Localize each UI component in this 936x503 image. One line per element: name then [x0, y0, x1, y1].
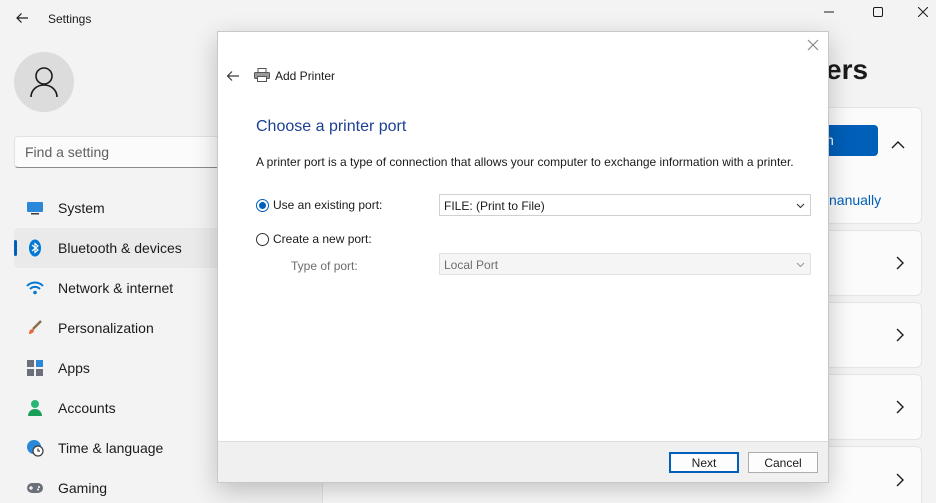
back-arrow-icon[interactable]: [14, 10, 30, 26]
chevron-up-icon[interactable]: [891, 140, 905, 150]
sidebar-item-system[interactable]: System: [14, 188, 224, 228]
existing-port-radio[interactable]: [256, 198, 269, 212]
dialog-description: A printer port is a type of connection t…: [256, 155, 794, 169]
type-of-port-label: Type of port:: [291, 259, 358, 273]
chevron-right-icon: [896, 473, 904, 487]
minimize-button[interactable]: [806, 0, 852, 24]
sidebar-item-label: Apps: [58, 360, 90, 376]
sidebar-item-label: Accounts: [58, 400, 116, 416]
sidebar-item-time-language[interactable]: Time & language: [14, 428, 224, 468]
minimize-icon: [824, 11, 834, 13]
sidebar-item-label: Time & language: [58, 440, 164, 456]
chevron-right-icon: [896, 256, 904, 270]
dialog-heading: Choose a printer port: [256, 118, 407, 135]
printer-icon: [254, 68, 270, 82]
wifi-icon: [26, 279, 44, 297]
dialog-title: Add Printer: [275, 69, 336, 83]
maximize-button[interactable]: [855, 0, 901, 24]
sidebar-item-bluetooth-devices[interactable]: Bluetooth & devices: [14, 228, 224, 268]
sidebar-item-accounts[interactable]: Accounts: [14, 388, 224, 428]
sidebar-item-label: System: [58, 200, 105, 216]
type-of-port-value: Local Port: [444, 258, 499, 272]
existing-port-label: Use an existing port:: [273, 198, 383, 212]
existing-port-option[interactable]: Use an existing port:: [256, 198, 382, 212]
avatar[interactable]: [14, 52, 74, 112]
new-port-option[interactable]: Create a new port:: [256, 232, 372, 246]
close-icon[interactable]: [806, 38, 820, 52]
sidebar-nav: System Bluetooth & devices Network & int…: [14, 188, 224, 503]
app-title: Settings: [48, 12, 92, 26]
user-icon: [30, 67, 58, 98]
add-manually-link[interactable]: nanually: [829, 192, 881, 208]
new-port-label: Create a new port:: [273, 232, 372, 246]
chevron-down-icon: [796, 203, 805, 209]
system-icon: [26, 199, 44, 217]
clock-globe-icon: [26, 439, 44, 457]
chevron-right-icon: [896, 400, 904, 414]
apps-icon: [26, 359, 44, 377]
sidebar-item-gaming[interactable]: Gaming: [14, 468, 224, 503]
chevron-right-icon: [896, 328, 904, 342]
search-input[interactable]: Find a setting: [14, 136, 224, 168]
sidebar-item-apps[interactable]: Apps: [14, 348, 224, 388]
close-icon: [918, 7, 928, 17]
maximize-icon: [873, 7, 883, 17]
sidebar-item-network-internet[interactable]: Network & internet: [14, 268, 224, 308]
cancel-button[interactable]: Cancel: [748, 452, 818, 473]
next-button[interactable]: Next: [669, 452, 739, 473]
dialog-footer: Next Cancel: [218, 441, 828, 482]
sidebar-item-label: Bluetooth & devices: [58, 240, 182, 256]
sidebar-item-label: Gaming: [58, 480, 108, 496]
bluetooth-icon: [26, 239, 44, 257]
page-title: ers: [826, 54, 869, 85]
existing-port-dropdown[interactable]: FILE: (Print to File): [439, 194, 811, 216]
sidebar-item-label: Network & internet: [58, 280, 174, 296]
type-of-port-dropdown[interactable]: Local Port: [439, 253, 811, 275]
add-printer-dialog: Add Printer Choose a printer port A prin…: [217, 31, 829, 483]
close-button[interactable]: [900, 0, 936, 24]
accounts-icon: [26, 399, 44, 417]
back-arrow-icon[interactable]: [226, 69, 240, 83]
new-port-radio[interactable]: [256, 232, 269, 246]
sidebar-item-label: Personalization: [58, 320, 154, 336]
sidebar-item-personalization[interactable]: Personalization: [14, 308, 224, 348]
existing-port-value: FILE: (Print to File): [444, 199, 545, 213]
brush-icon: [26, 319, 44, 337]
gamepad-icon: [26, 479, 44, 497]
chevron-down-icon: [796, 262, 805, 268]
